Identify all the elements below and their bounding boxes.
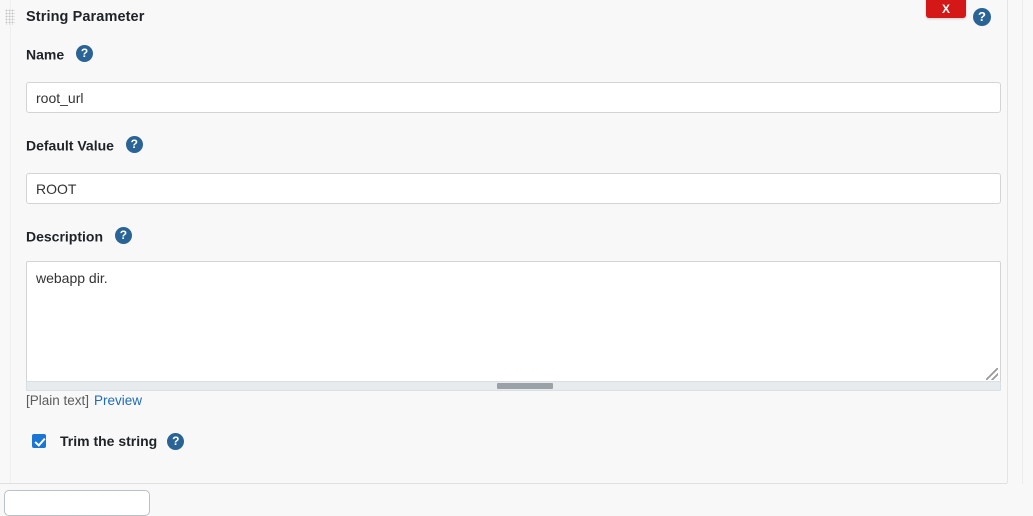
delete-parameter-button[interactable]: X	[926, 0, 966, 18]
page-right-divider	[1022, 0, 1023, 501]
string-parameter-panel: String Parameter X ? Name ? Default Valu…	[0, 0, 1033, 516]
markup-formatter-line: [Plain text] Preview	[26, 393, 142, 408]
default-value-input[interactable]	[26, 173, 1001, 204]
description-help-icon[interactable]: ?	[114, 226, 132, 244]
description-textarea-wrapper	[26, 261, 1001, 383]
panel-left-rail	[10, 0, 11, 483]
trim-help-icon[interactable]: ?	[167, 432, 185, 450]
page-title: String Parameter	[26, 9, 145, 25]
panel-right-divider	[1007, 0, 1008, 483]
description-textarea[interactable]	[26, 261, 1001, 383]
name-field-label: Name ?	[26, 44, 94, 63]
preview-link[interactable]: Preview	[94, 393, 142, 408]
trim-the-string-label: Trim the string	[60, 433, 158, 449]
description-horizontal-scrollbar[interactable]	[26, 381, 1001, 391]
help-icon[interactable]: ?	[973, 8, 991, 26]
default-value-field-label: Default Value ?	[26, 135, 143, 154]
scrollbar-thumb[interactable]	[497, 383, 553, 389]
name-label-text: Name	[26, 46, 65, 63]
description-label-text: Description	[26, 228, 104, 245]
drag-handle-icon[interactable]	[5, 9, 15, 25]
footer-area	[0, 484, 1033, 501]
markup-format-label: [Plain text]	[26, 393, 90, 408]
trim-the-string-checkbox[interactable]	[32, 434, 46, 448]
trim-the-string-row: Trim the string ?	[32, 430, 185, 452]
footer-button[interactable]	[4, 490, 150, 516]
default-value-label-text: Default Value	[26, 137, 114, 154]
default-value-help-icon[interactable]: ?	[125, 135, 143, 153]
description-field-label: Description ?	[26, 226, 132, 245]
name-help-icon[interactable]: ?	[76, 44, 94, 62]
name-input[interactable]	[26, 82, 1001, 113]
